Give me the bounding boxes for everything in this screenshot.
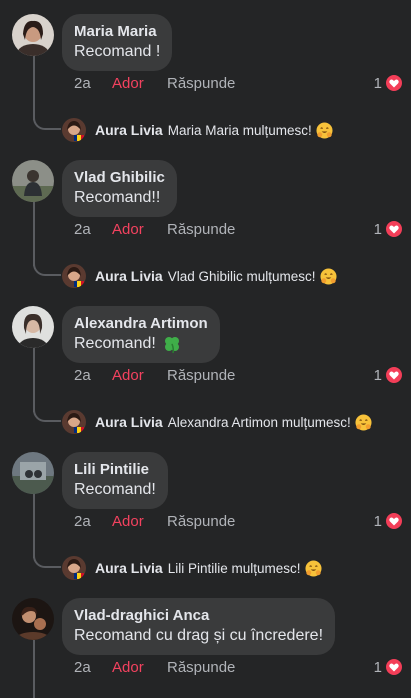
comment-author[interactable]: Alexandra Artimon xyxy=(74,314,208,333)
avatar[interactable] xyxy=(12,598,54,640)
thread-line xyxy=(33,202,35,266)
reply-text: Maria Maria mulțumesc! xyxy=(167,122,312,138)
reaction-summary[interactable]: 1 xyxy=(374,220,403,238)
hugging-face-icon xyxy=(304,559,322,577)
comment-thread: Vlad-draghici Anca Recomand cu drag și c… xyxy=(0,584,411,698)
flag-icon xyxy=(74,427,84,433)
flag-icon xyxy=(74,281,84,287)
like-button[interactable]: Ador xyxy=(112,659,167,676)
reply-text: Vlad Ghibilic mulțumesc! xyxy=(167,268,316,284)
thread-line xyxy=(33,494,35,558)
comment-author[interactable]: Lili Pintilie xyxy=(74,460,156,479)
reply-text: Lili Pintilie mulțumesc! xyxy=(167,560,301,576)
comment-timestamp[interactable]: 2a xyxy=(74,367,112,384)
comment-thread: Maria Maria Recomand ! 2a Ador Răspunde … xyxy=(0,0,411,146)
avatar[interactable] xyxy=(62,556,86,580)
comment-thread: Lili Pintilie Recomand! 2a Ador Răspunde… xyxy=(0,438,411,584)
reply-button[interactable]: Răspunde xyxy=(167,367,235,384)
comment-thread: Alexandra Artimon Recomand! 2a Ador Răsp… xyxy=(0,292,411,438)
reaction-summary[interactable]: 1 xyxy=(374,512,403,530)
reply-author[interactable]: Aura Livia xyxy=(95,560,163,576)
reply-connector xyxy=(33,410,61,422)
reaction-count: 1 xyxy=(373,220,382,238)
reaction-summary[interactable]: 1 xyxy=(374,74,403,92)
thread-line xyxy=(33,640,35,698)
avatar[interactable] xyxy=(62,118,86,142)
reply-preview[interactable]: Aura Livia Maria Maria mulțumesc! xyxy=(62,118,333,142)
comment-bubble[interactable]: Vlad-draghici Anca Recomand cu drag și c… xyxy=(62,598,336,655)
comment-bubble[interactable]: Vlad Ghibilic Recomand!! xyxy=(62,160,177,217)
comment-actions: 2a Ador Răspunde xyxy=(74,513,235,530)
comment-thread: Vlad Ghibilic Recomand!! 2a Ador Răspund… xyxy=(0,146,411,292)
comment-actions: 2a Ador Răspunde xyxy=(74,221,235,238)
comment-author[interactable]: Vlad-draghici Anca xyxy=(74,606,323,625)
thread-line xyxy=(33,348,35,412)
flag-icon xyxy=(74,573,84,579)
reply-button[interactable]: Răspunde xyxy=(167,75,235,92)
comment-bubble[interactable]: Lili Pintilie Recomand! xyxy=(62,452,168,509)
reply-text: Alexandra Artimon mulțumesc! xyxy=(167,414,351,430)
reply-button[interactable]: Răspunde xyxy=(167,659,235,676)
comment-timestamp[interactable]: 2a xyxy=(74,221,112,238)
avatar[interactable] xyxy=(12,306,54,348)
comment-actions: 2a Ador Răspunde xyxy=(74,367,235,384)
heart-icon xyxy=(385,512,403,530)
avatar[interactable] xyxy=(62,264,86,288)
hugging-face-icon xyxy=(316,121,333,139)
flag-icon xyxy=(74,135,84,141)
comment-text-row: Recomand! xyxy=(74,333,208,355)
comment-text: Recomand! xyxy=(74,335,156,352)
heart-icon xyxy=(385,220,403,238)
like-button[interactable]: Ador xyxy=(112,367,167,384)
reaction-count: 1 xyxy=(373,658,382,676)
comment-text: Recomand cu drag și cu încredere! xyxy=(74,627,324,644)
reply-preview[interactable]: Aura Livia Vlad Ghibilic mulțumesc! xyxy=(62,264,337,288)
reply-preview[interactable]: Aura Livia Lili Pintilie mulțumesc! xyxy=(62,556,322,580)
heart-icon xyxy=(385,366,403,384)
reply-connector xyxy=(33,556,61,568)
like-button[interactable]: Ador xyxy=(112,75,167,92)
four-leaf-clover-icon xyxy=(164,337,179,354)
comment-author[interactable]: Vlad Ghibilic xyxy=(74,168,165,187)
reply-button[interactable]: Răspunde xyxy=(167,513,235,530)
reply-author[interactable]: Aura Livia xyxy=(95,122,163,138)
reply-connector xyxy=(33,264,61,276)
like-button[interactable]: Ador xyxy=(112,221,167,238)
avatar[interactable] xyxy=(12,14,54,56)
hugging-face-icon xyxy=(355,413,372,431)
avatar[interactable] xyxy=(12,452,54,494)
reply-author[interactable]: Aura Livia xyxy=(95,268,163,284)
reply-preview[interactable]: Aura Livia Alexandra Artimon mulțumesc! xyxy=(62,410,372,434)
comment-text: Recomand!! xyxy=(74,189,161,206)
reaction-count: 1 xyxy=(373,512,382,530)
comment-timestamp[interactable]: 2a xyxy=(74,659,112,676)
heart-icon xyxy=(385,74,403,92)
thread-line xyxy=(33,56,35,120)
comment-actions: 2a Ador Răspunde xyxy=(74,659,235,676)
comment-text: Recomand ! xyxy=(74,43,161,60)
like-button[interactable]: Ador xyxy=(112,513,167,530)
hugging-face-icon xyxy=(319,267,337,285)
reply-button[interactable]: Răspunde xyxy=(167,221,235,238)
avatar[interactable] xyxy=(62,410,86,434)
comment-text: Recomand! xyxy=(74,481,156,498)
comment-actions: 2a Ador Răspunde xyxy=(74,75,235,92)
reaction-summary[interactable]: 1 xyxy=(374,658,403,676)
reply-connector xyxy=(33,118,61,130)
avatar[interactable] xyxy=(12,160,54,202)
comment-timestamp[interactable]: 2a xyxy=(74,75,112,92)
heart-icon xyxy=(385,658,403,676)
comment-timestamp[interactable]: 2a xyxy=(74,513,112,530)
reaction-count: 1 xyxy=(373,74,382,92)
reply-author[interactable]: Aura Livia xyxy=(95,414,163,430)
reaction-count: 1 xyxy=(373,366,382,384)
comment-author[interactable]: Maria Maria xyxy=(74,22,160,41)
comment-bubble[interactable]: Alexandra Artimon Recomand! xyxy=(62,306,220,363)
comment-bubble[interactable]: Maria Maria Recomand ! xyxy=(62,14,173,71)
reaction-summary[interactable]: 1 xyxy=(374,366,403,384)
